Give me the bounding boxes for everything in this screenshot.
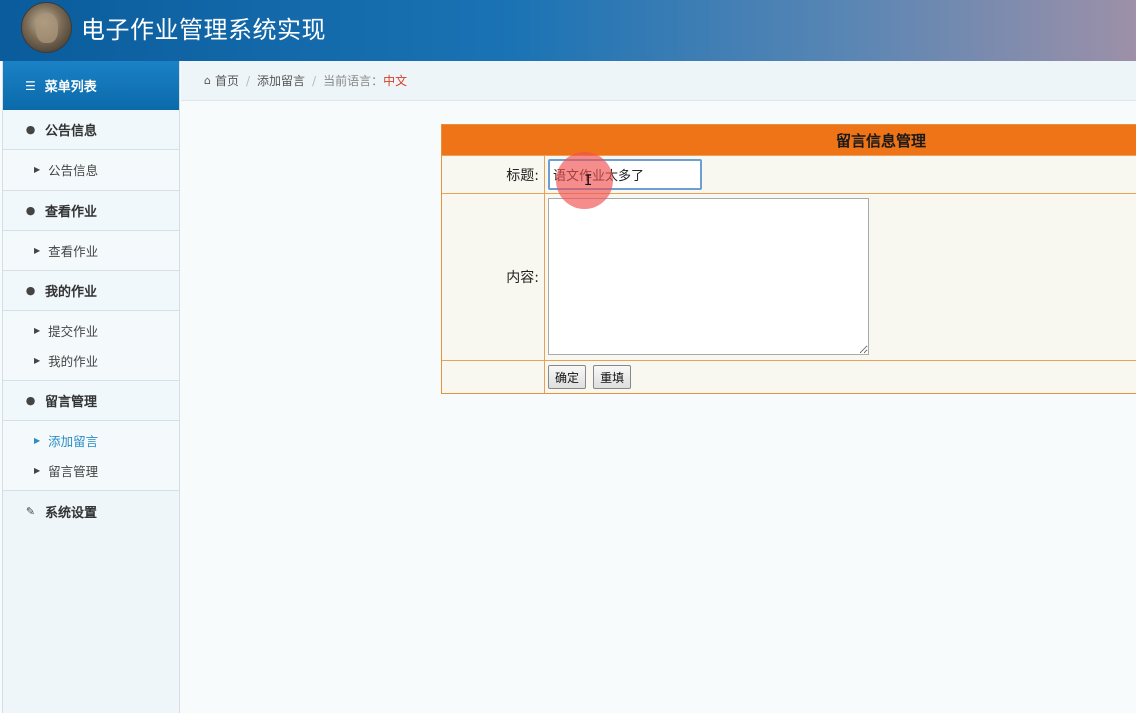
breadcrumb: ⌂ 首页 / 添加留言 / 当前语言： 中文 — [181, 61, 1136, 101]
home-icon: ⌂ — [204, 74, 211, 87]
breadcrumb-separator: / — [246, 73, 251, 88]
title-label: 标题: — [442, 156, 545, 193]
actions-cell: 确定 重填 — [545, 361, 1136, 393]
sidebar-group-messages[interactable]: ● 留言管理 — [3, 381, 179, 421]
sidebar-group-label: 查看作业 — [45, 204, 98, 220]
sidebar-item-manage-messages[interactable]: ▶ 留言管理 — [3, 456, 179, 486]
breadcrumb-separator: / — [312, 73, 317, 88]
text-cursor-icon: I — [584, 173, 593, 189]
submit-button[interactable]: 确定 — [548, 365, 587, 389]
sidebar-group-label: 系统设置 — [45, 505, 98, 521]
sidebar-item-notice[interactable]: ▶ 公告信息 — [3, 155, 179, 185]
content-textarea[interactable] — [548, 198, 869, 355]
sidebar-item-my-homework[interactable]: ▶ 我的作业 — [3, 346, 179, 376]
caret-right-icon: ▶ — [34, 465, 41, 475]
title-field-cell — [545, 156, 1136, 193]
list-icon: ☰ — [25, 78, 36, 93]
language-label: 当前语言： — [323, 74, 384, 88]
language-value[interactable]: 中文 — [383, 72, 407, 89]
breadcrumb-current: 添加留言 — [257, 74, 306, 88]
user-icon: ● — [25, 284, 36, 297]
sidebar-item-submit-homework[interactable]: ▶ 提交作业 — [3, 316, 179, 346]
caret-right-icon: ▶ — [34, 436, 41, 446]
sidebar-group-label: 我的作业 — [45, 285, 98, 300]
caret-right-icon: ▶ — [34, 245, 41, 255]
sidebar-item-view-homework[interactable]: ▶ 查看作业 — [3, 236, 179, 266]
sidebar-group-items: ▶ 提交作业 ▶ 我的作业 — [3, 311, 179, 381]
sidebar-item-label: 查看作业 — [48, 243, 99, 259]
message-form-panel: 留言信息管理 标题: 内容: 确定 重填 — [441, 124, 1136, 394]
sidebar-item-add-message[interactable]: ▶ 添加留言 — [3, 426, 179, 456]
sidebar: ☰ 菜单列表 ● 公告信息 ▶ 公告信息 ● 查看作业 ▶ 查看作业 ● 我的作… — [2, 61, 180, 713]
avatar — [21, 2, 72, 53]
sidebar-group-view-homework[interactable]: ● 查看作业 — [3, 190, 179, 231]
caret-right-icon: ▶ — [34, 326, 41, 336]
sidebar-group-label: 留言管理 — [45, 395, 98, 410]
caret-right-icon: ▶ — [34, 165, 41, 175]
sidebar-group-notice[interactable]: ● 公告信息 — [3, 110, 179, 150]
breadcrumb-home[interactable]: 首页 — [215, 72, 239, 89]
menu-title: 菜单列表 — [44, 80, 97, 95]
app-title: 电子作业管理系统实现 — [81, 16, 326, 44]
sidebar-group-settings[interactable]: ✎ 系统设置 — [3, 491, 179, 531]
menu-header[interactable]: ☰ 菜单列表 — [3, 61, 179, 110]
reset-button[interactable]: 重填 — [593, 365, 632, 389]
sidebar-item-label: 留言管理 — [48, 463, 99, 479]
caret-right-icon: ▶ — [34, 355, 41, 365]
user-icon: ● — [25, 123, 36, 136]
sidebar-item-label: 我的作业 — [48, 353, 99, 369]
edit-icon: ✎ — [25, 504, 36, 518]
title-input[interactable] — [548, 159, 702, 190]
content-label: 内容: — [442, 194, 545, 360]
sidebar-group-items: ▶ 查看作业 — [3, 230, 179, 271]
user-icon: ● — [25, 394, 36, 407]
sidebar-group-my-homework[interactable]: ● 我的作业 — [3, 271, 179, 311]
sidebar-group-items: ▶ 添加留言 ▶ 留言管理 — [3, 421, 179, 491]
sidebar-item-label: 公告信息 — [48, 163, 99, 179]
top-header: 电子作业管理系统实现 — [0, 0, 1136, 61]
content-field-cell — [545, 194, 1136, 360]
title-row: 标题: — [442, 155, 1136, 193]
sidebar-item-label: 添加留言 — [48, 434, 99, 450]
sidebar-item-label: 提交作业 — [48, 324, 99, 340]
sidebar-group-items: ▶ 公告信息 — [3, 150, 179, 191]
actions-label-cell — [442, 361, 545, 393]
user-icon: ● — [25, 203, 36, 217]
actions-row: 确定 重填 — [442, 360, 1136, 393]
sidebar-group-label: 公告信息 — [45, 124, 98, 139]
panel-title: 留言信息管理 — [442, 125, 1136, 155]
content-row: 内容: — [442, 193, 1136, 360]
